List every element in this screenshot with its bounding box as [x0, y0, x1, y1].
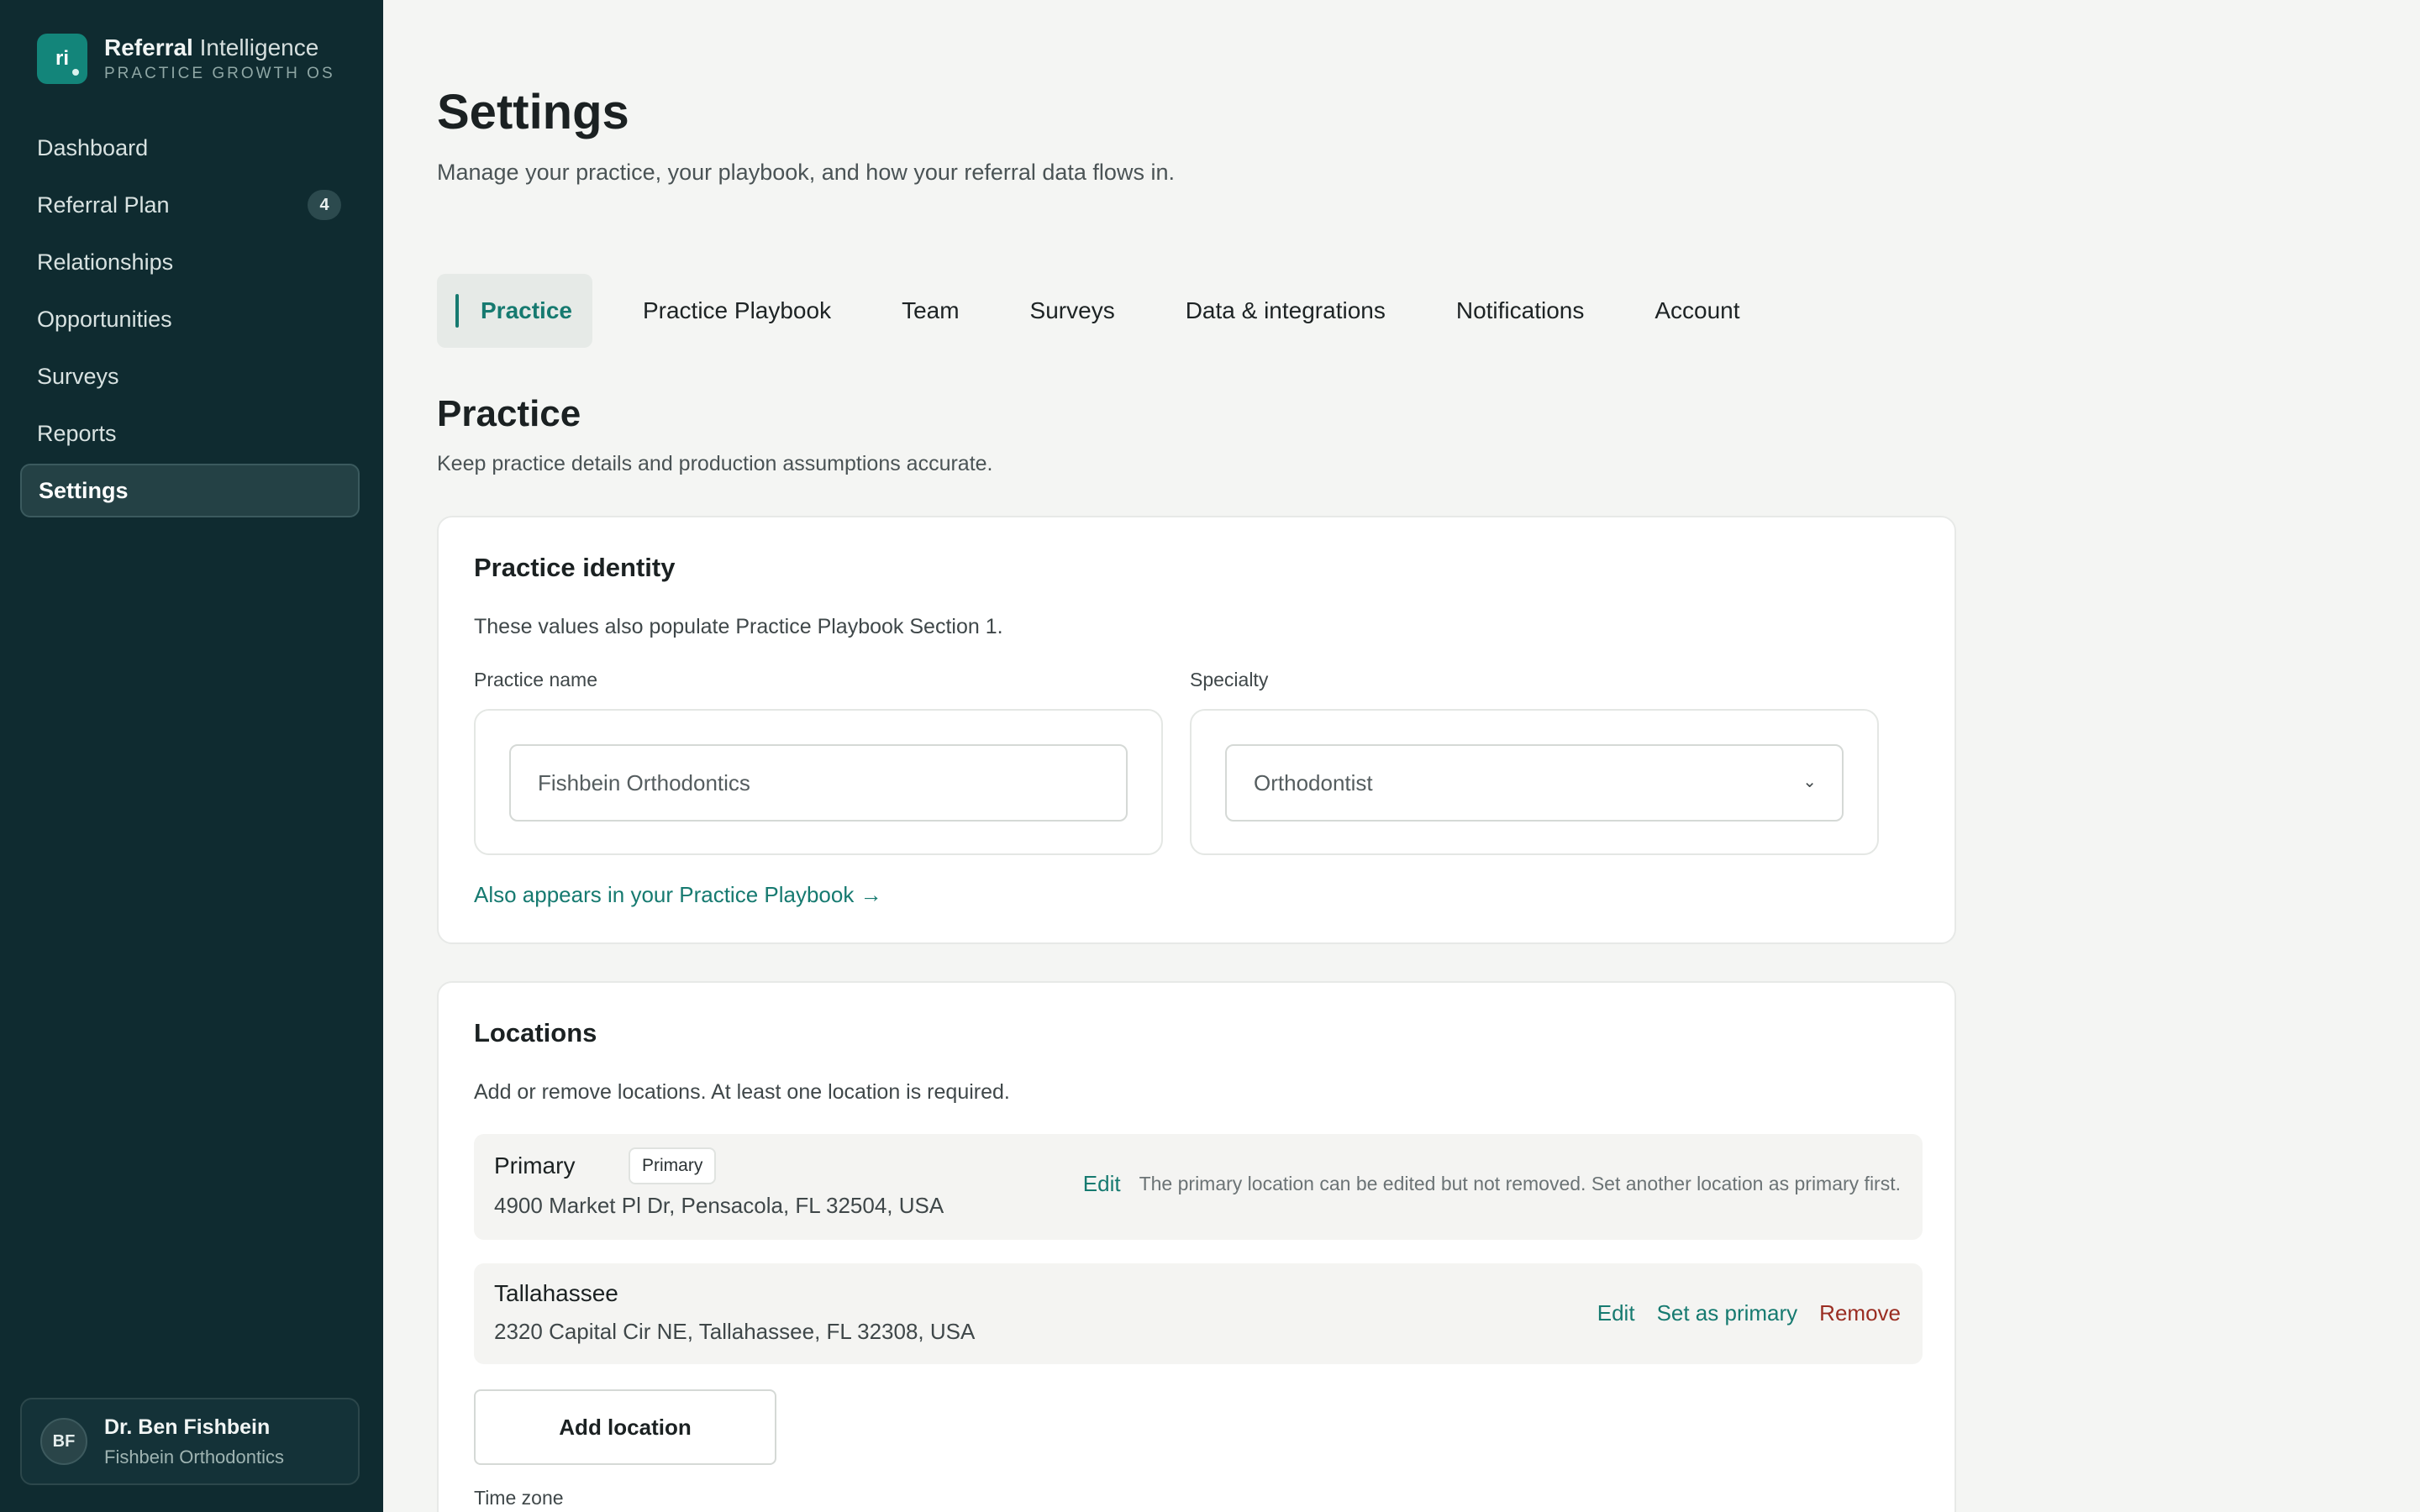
- edit-location-button[interactable]: Edit: [1597, 1300, 1635, 1326]
- edit-location-button[interactable]: Edit: [1083, 1171, 1121, 1197]
- add-location-button[interactable]: Add location: [474, 1389, 776, 1465]
- card-title: Practice identity: [474, 553, 676, 582]
- tab-label: Notifications: [1455, 297, 1585, 323]
- active-tab-indicator: [455, 294, 459, 328]
- primary-badge: Primary: [629, 1147, 717, 1184]
- brand-name-strong: Referral: [104, 34, 193, 60]
- card-description: Add or remove locations. At least one lo…: [474, 1080, 1010, 1104]
- practice-name-input[interactable]: Fishbein Orthodontics: [509, 744, 1128, 822]
- tab-notifications[interactable]: Notifications: [1436, 274, 1605, 348]
- remove-location-button[interactable]: Remove: [1819, 1300, 1901, 1326]
- sidebar-item-relationships[interactable]: Relationships: [20, 235, 360, 289]
- specialty-field-wrap: Orthodontist ⌄: [1190, 709, 1879, 855]
- tab-surveys[interactable]: Surveys: [1010, 274, 1135, 348]
- location-actions: Edit Set as primary Remove: [1576, 1300, 1901, 1326]
- specialty-label: Specialty: [1190, 669, 1269, 690]
- user-info: Dr. Ben Fishbein Fishbein Orthodontics: [104, 1415, 284, 1468]
- tab-data-integrations[interactable]: Data & integrations: [1165, 274, 1406, 348]
- section-subtitle: Keep practice details and production ass…: [437, 452, 993, 475]
- location-address: 2320 Capital Cir NE, Tallahassee, FL 323…: [494, 1319, 976, 1344]
- location-actions: Edit The primary location can be edited …: [1061, 1171, 1901, 1197]
- card-description: These values also populate Practice Play…: [474, 615, 1003, 638]
- user-card[interactable]: BF Dr. Ben Fishbein Fishbein Orthodontic…: [20, 1398, 360, 1485]
- sidebar: ri Referral Intelligence PRACTICE GROWTH…: [0, 0, 383, 1512]
- tab-label: Practice Playbook: [642, 297, 832, 323]
- location-row-tallahassee: Tallahassee 2320 Capital Cir NE, Tallaha…: [474, 1263, 1923, 1364]
- location-address: 4900 Market Pl Dr, Pensacola, FL 32504, …: [494, 1193, 944, 1218]
- user-org: Fishbein Orthodontics: [104, 1446, 284, 1467]
- avatar: BF: [40, 1418, 87, 1465]
- sidebar-item-settings[interactable]: Settings: [20, 464, 360, 517]
- section-title: Practice: [437, 393, 581, 434]
- brand-name-light: Intelligence: [199, 34, 319, 60]
- location-name: Tallahassee: [494, 1280, 618, 1306]
- primary-location-note: The primary location can be edited but n…: [1139, 1173, 1901, 1194]
- tab-practice-playbook[interactable]: Practice Playbook: [623, 274, 851, 348]
- chevron-down-icon: ⌄: [1802, 773, 1817, 791]
- count-badge: 4: [308, 190, 341, 220]
- specialty-value: Orthodontist: [1254, 769, 1373, 795]
- brand-text: Referral Intelligence PRACTICE GROWTH OS: [104, 34, 335, 84]
- tab-label: Data & integrations: [1185, 297, 1386, 323]
- card-title: Locations: [474, 1018, 597, 1047]
- locations-card: Locations Add or remove locations. At le…: [437, 981, 1956, 1512]
- sidebar-item-reports[interactable]: Reports: [20, 407, 360, 460]
- sidebar-item-surveys[interactable]: Surveys: [20, 349, 360, 403]
- page-subtitle: Manage your practice, your playbook, and…: [437, 160, 1175, 185]
- user-name: Dr. Ben Fishbein: [104, 1415, 271, 1439]
- sidebar-item-dashboard[interactable]: Dashboard: [20, 121, 360, 175]
- sidebar-item-label: Relationships: [37, 249, 174, 275]
- brand-name: Referral Intelligence: [104, 34, 335, 62]
- sidebar-item-opportunities[interactable]: Opportunities: [20, 292, 360, 346]
- sidebar-item-label: Opportunities: [37, 306, 172, 332]
- tab-team[interactable]: Team: [881, 274, 979, 348]
- sidebar-item-label: Surveys: [37, 363, 119, 389]
- tab-label: Surveys: [1029, 297, 1115, 323]
- sidebar-item-label: Dashboard: [37, 134, 149, 160]
- playbook-link[interactable]: Also appears in your Practice Playbook →: [474, 882, 882, 908]
- practice-name-field-wrap: Fishbein Orthodontics: [474, 709, 1163, 855]
- sidebar-nav: Dashboard Referral Plan 4 Relationships …: [20, 121, 360, 521]
- sidebar-item-label: Referral Plan: [37, 192, 170, 218]
- tab-label: Practice: [481, 297, 572, 323]
- location-row-primary: Primary Primary 4900 Market Pl Dr, Pensa…: [474, 1134, 1923, 1240]
- set-as-primary-button[interactable]: Set as primary: [1657, 1300, 1798, 1326]
- practice-name-value: Fishbein Orthodontics: [538, 769, 750, 795]
- practice-name-label: Practice name: [474, 669, 598, 690]
- tab-account[interactable]: Account: [1634, 274, 1760, 348]
- settings-tabs: Practice Practice Playbook Team Surveys …: [437, 274, 1791, 348]
- brand-logo-dot: [72, 69, 79, 76]
- specialty-select[interactable]: Orthodontist ⌄: [1225, 744, 1844, 822]
- brand-logo-text: ri: [55, 47, 69, 70]
- location-name: Primary: [494, 1152, 576, 1179]
- tab-label: Team: [902, 297, 960, 323]
- sidebar-item-label: Reports: [37, 420, 117, 446]
- brand-logo: ri: [37, 34, 87, 84]
- tab-practice[interactable]: Practice: [437, 274, 592, 348]
- page-title: Settings: [437, 85, 629, 139]
- brand-tagline: PRACTICE GROWTH OS: [104, 65, 335, 82]
- time-zone-label: Time zone: [474, 1487, 564, 1509]
- tab-label: Account: [1655, 297, 1740, 323]
- sidebar-item-referral-plan[interactable]: Referral Plan 4: [20, 178, 360, 232]
- practice-identity-card: Practice identity These values also popu…: [437, 516, 1956, 944]
- brand[interactable]: ri Referral Intelligence PRACTICE GROWTH…: [37, 34, 335, 84]
- sidebar-item-label: Settings: [39, 477, 129, 503]
